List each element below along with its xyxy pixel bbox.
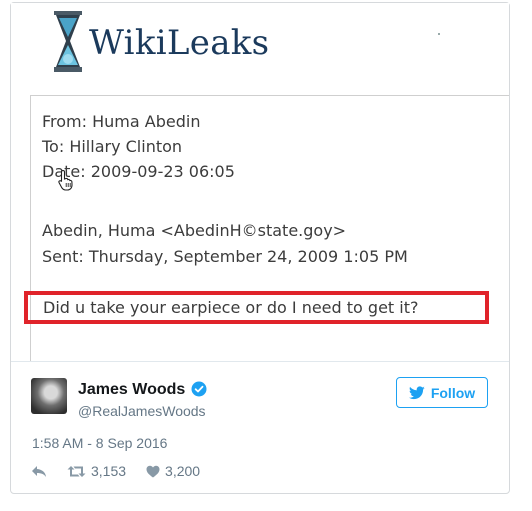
image-artifact [438, 33, 440, 35]
retweet-count: 3,153 [91, 463, 127, 479]
follow-label: Follow [430, 384, 476, 401]
tweet-actions: 3,153 3,200 [31, 461, 220, 481]
highlighted-message-box: Did u take your earpiece or do I need to… [24, 291, 489, 324]
reply-icon [32, 465, 46, 477]
reply-action[interactable] [31, 465, 47, 478]
email-sent: Sent: Thursday, September 24, 2009 1:05 … [42, 247, 408, 266]
retweet-icon [67, 465, 86, 477]
tweet-image[interactable]: WikiLeaks From: Huma Abedin To: Hillary … [11, 3, 509, 361]
tweet-timestamp[interactable]: 1:58 AM - 8 Sep 2016 [32, 435, 167, 451]
email-to: To: Hillary Clinton [42, 137, 183, 156]
divider [11, 361, 509, 362]
follow-button[interactable]: Follow [396, 377, 488, 408]
like-heart-icon [146, 465, 160, 477]
email-from: From: Huma Abedin [42, 112, 201, 131]
avatar[interactable] [31, 378, 67, 414]
retweet-action[interactable]: 3,153 [67, 463, 126, 479]
pointer-cursor-icon [58, 169, 73, 191]
author-name[interactable]: James Woods [78, 381, 185, 399]
verified-badge-icon [191, 381, 207, 397]
email-sender: Abedin, Huma <AbedinH©state.goy> [42, 221, 347, 240]
like-action[interactable]: 3,200 [146, 463, 200, 479]
hourglass-logo-icon [54, 11, 82, 72]
author-handle[interactable]: @RealJamesWoods [78, 403, 206, 419]
tweet-card: WikiLeaks From: Huma Abedin To: Hillary … [10, 2, 510, 494]
like-count: 3,200 [165, 463, 201, 479]
wikileaks-wordmark: WikiLeaks [89, 23, 270, 63]
email-body: Did u take your earpiece or do I need to… [43, 298, 419, 317]
twitter-bird-icon [408, 385, 425, 399]
